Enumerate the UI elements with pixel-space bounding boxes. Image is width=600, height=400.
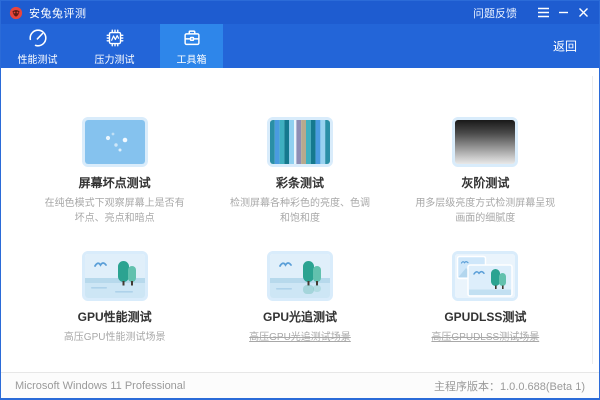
tool-tile-color-bars-test[interactable]: 彩条测试 检测屏幕各种彩色的亮度、色调和饱和度 <box>207 117 392 226</box>
tool-tile-grayscale-test[interactable]: 灰阶测试 用多层级亮度方式检测屏幕呈现画面的细腻度 <box>393 117 578 226</box>
minimize-button[interactable] <box>553 1 573 24</box>
back-button[interactable]: 返回 <box>553 38 577 55</box>
tool-title: 彩条测试 <box>276 174 324 191</box>
tab-stress-test[interactable]: 压力测试 <box>83 24 146 68</box>
toolbox-content: 屏幕坏点测试 在纯色模式下观察屏幕上是否有坏点、亮点和暗点 <box>1 68 599 372</box>
gpu-performance-thumbnail <box>82 251 148 301</box>
cpu-chip-icon <box>104 27 126 49</box>
tool-tile-gpu-raytracing-test[interactable]: GPU光追测试 高压GPU光追测试场景 <box>207 251 392 345</box>
app-version-label: 主程序版本：1.0.0.688(Beta 1) <box>434 378 585 394</box>
tool-description: 检测屏幕各种彩色的亮度、色调和饱和度 <box>226 196 374 226</box>
app-logo-icon <box>9 6 23 20</box>
tab-label: 性能测试 <box>18 51 58 66</box>
feedback-link[interactable]: 问题反馈 <box>473 5 517 21</box>
status-bar: Microsoft Windows 11 Professional 主程序版本：… <box>1 372 599 398</box>
tab-toolbox[interactable]: 工具箱 <box>160 24 223 68</box>
tool-tile-gpu-performance-test[interactable]: GPU性能测试 高压GPU性能测试场景 <box>22 251 207 345</box>
gpu-raytracing-thumbnail <box>267 251 333 301</box>
tool-description: 在纯色模式下观察屏幕上是否有坏点、亮点和暗点 <box>41 196 189 226</box>
tab-performance-test[interactable]: 性能测试 <box>6 24 69 68</box>
tool-tile-gpu-dlss-test[interactable]: GPUDLSS测试 高压GPUDLSS测试场景 <box>393 251 578 345</box>
app-title: 安兔兔评测 <box>29 5 87 21</box>
tab-label: 压力测试 <box>95 51 135 66</box>
dead-pixel-thumbnail <box>82 117 148 167</box>
app-window: 安兔兔评测 问题反馈 性能测试 <box>0 0 600 400</box>
os-version-label: Microsoft Windows 11 Professional <box>15 380 185 392</box>
gpu-dlss-thumbnail <box>452 251 518 301</box>
tool-description: 高压GPUDLSS测试场景 <box>411 330 559 345</box>
hamburger-icon <box>537 7 550 18</box>
toolbox-icon <box>181 27 203 49</box>
close-button[interactable] <box>573 1 593 24</box>
tool-title: 灰阶测试 <box>461 174 509 191</box>
title-bar: 安兔兔评测 问题反馈 <box>1 1 599 24</box>
close-icon <box>578 7 589 18</box>
tool-title: GPU光追测试 <box>263 308 337 325</box>
menu-button[interactable] <box>533 1 553 24</box>
tool-title: 屏幕坏点测试 <box>79 174 151 191</box>
tool-description: 高压GPU光追测试场景 <box>226 330 374 345</box>
tab-label: 工具箱 <box>177 51 207 66</box>
tab-bar: 性能测试 压力测试 工具箱 返回 <box>1 24 599 68</box>
speedometer-icon <box>27 27 49 49</box>
color-bars-thumbnail <box>267 117 333 167</box>
tool-description: 高压GPU性能测试场景 <box>41 330 189 345</box>
tool-title: GPU性能测试 <box>78 308 152 325</box>
grayscale-thumbnail <box>452 117 518 167</box>
tool-tile-dead-pixel-test[interactable]: 屏幕坏点测试 在纯色模式下观察屏幕上是否有坏点、亮点和暗点 <box>22 117 207 226</box>
tool-description: 用多层级亮度方式检测屏幕呈现画面的细腻度 <box>411 196 559 226</box>
tools-grid: 屏幕坏点测试 在纯色模式下观察屏幕上是否有坏点、亮点和暗点 <box>22 68 578 345</box>
scrollbar-track[interactable] <box>592 76 593 364</box>
tool-title: GPUDLSS测试 <box>444 308 526 325</box>
minimize-icon <box>558 7 569 18</box>
